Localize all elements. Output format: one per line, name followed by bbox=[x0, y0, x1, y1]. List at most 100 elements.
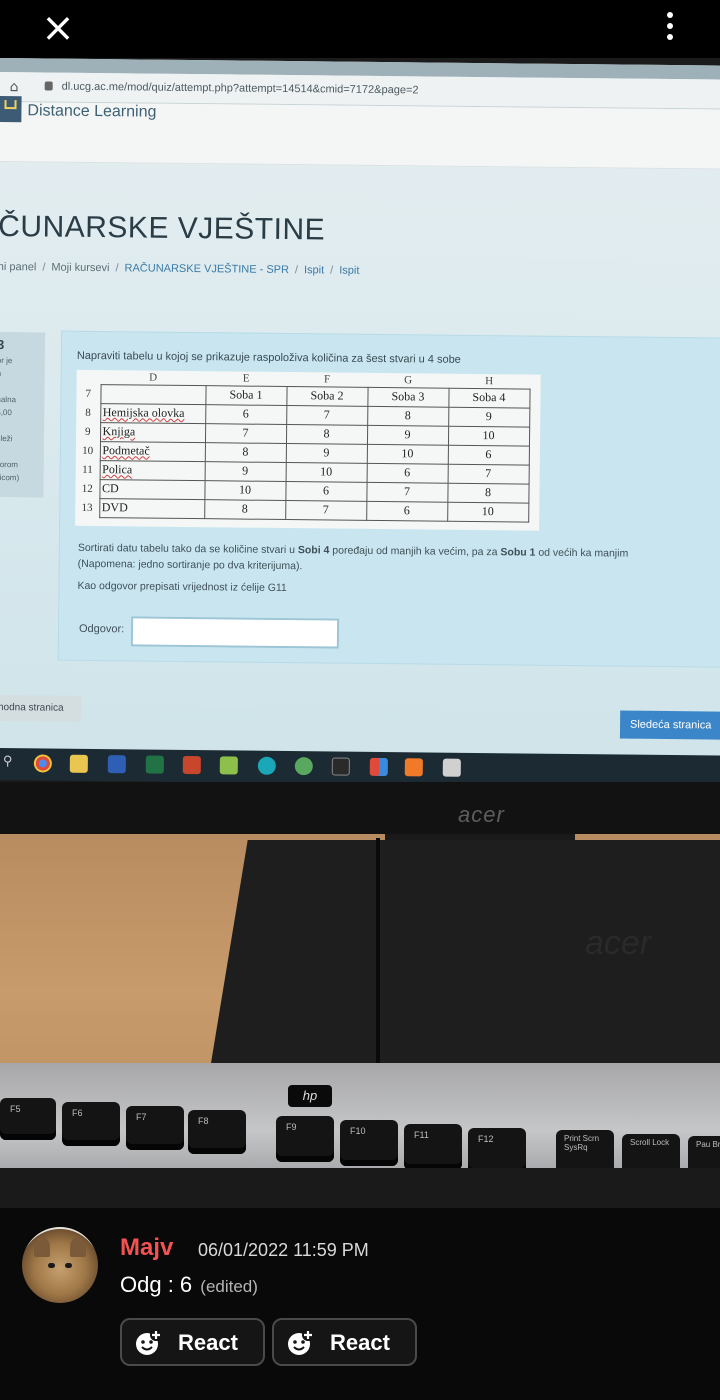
sort-instruction: Sortirati datu tabelu tako da se količin… bbox=[78, 542, 628, 560]
site-logo-icon bbox=[0, 95, 22, 123]
value-cell: 10 bbox=[447, 425, 530, 446]
key-f10: F10 bbox=[340, 1120, 398, 1166]
info-line bbox=[0, 380, 45, 394]
photo-attachment[interactable]: ⌂ dl.ucg.ac.me/mod/quiz/attempt.php?atte… bbox=[0, 58, 720, 1208]
search-icon: ⚲ bbox=[2, 754, 13, 770]
acer-base-logo: acer bbox=[585, 924, 652, 962]
key-f7: F7 bbox=[126, 1106, 184, 1150]
value-cell: 7 bbox=[204, 423, 287, 444]
column-letter: G bbox=[404, 374, 413, 387]
url-text: dl.ucg.ac.me/mod/quiz/attempt.php?attemp… bbox=[61, 80, 419, 97]
monitor-bezel bbox=[0, 782, 720, 834]
breadcrumb-item: Moji kursevi bbox=[51, 261, 110, 275]
key-f9: F9 bbox=[276, 1116, 334, 1162]
spreadsheet-table: D E F G H 7 Soba 1 Soba 2 Soba 3 Soba 4 bbox=[75, 370, 530, 522]
item-name: Podmetač bbox=[102, 443, 150, 458]
value-cell: 6 bbox=[285, 481, 367, 501]
item-name: Knjiga bbox=[102, 424, 136, 439]
row-number: 13 bbox=[81, 501, 93, 514]
header-cell: Soba 4 bbox=[448, 387, 530, 408]
acer-logo: acer bbox=[458, 802, 505, 827]
item-cell: Knjiga bbox=[99, 422, 206, 443]
question-prompt: Napraviti tabelu u kojoj se prikazuje ra… bbox=[76, 349, 461, 366]
course-title: ČUNARSKE VJEŠTINE bbox=[0, 209, 326, 247]
value-cell: 6 bbox=[447, 444, 529, 465]
react-label: React bbox=[330, 1330, 390, 1355]
edited-tag: (edited) bbox=[200, 1277, 258, 1296]
row-number: 7 bbox=[85, 387, 92, 400]
value-cell: 9 bbox=[366, 424, 449, 445]
value-cell: 9 bbox=[204, 461, 286, 482]
header-cell: Soba 2 bbox=[286, 386, 368, 406]
breadcrumb-item: Ispit bbox=[303, 264, 325, 277]
question-content: Napraviti tabelu u kojoj se prikazuje ra… bbox=[57, 330, 720, 668]
info-line: 5,00 bbox=[0, 407, 12, 418]
previous-page-button[interactable]: thodna stranica bbox=[0, 694, 82, 722]
value-cell: 6 bbox=[366, 462, 448, 483]
item-name: Hemijska olovka bbox=[102, 405, 185, 420]
message-body: Odg : 6 bbox=[120, 1272, 193, 1297]
row-number: 9 bbox=[85, 425, 91, 438]
breadcrumb-item: Ispit bbox=[339, 264, 360, 277]
item-cell: Hemijska olovka bbox=[100, 403, 206, 424]
column-letter: D bbox=[149, 371, 158, 384]
breadcrumb-item: ni panel bbox=[0, 260, 37, 274]
message-text: Odg : 6 (edited) bbox=[120, 1272, 258, 1298]
item-cell: DVD bbox=[99, 498, 205, 519]
question-number: 3 bbox=[0, 336, 5, 353]
close-icon[interactable]: × bbox=[38, 8, 78, 48]
app-icon bbox=[369, 757, 388, 777]
value-cell: 8 bbox=[204, 499, 286, 520]
value-cell: 7 bbox=[285, 500, 367, 520]
header-cell: Soba 1 bbox=[205, 385, 287, 406]
sort-text-part: Sortirati datu tabelu tako da se količin… bbox=[77, 541, 298, 557]
monitor-screen: ⌂ dl.ucg.ac.me/mod/quiz/attempt.php?atte… bbox=[0, 58, 720, 766]
row-number: 8 bbox=[85, 406, 91, 419]
row-number: 10 bbox=[82, 444, 94, 457]
add-reaction-icon bbox=[136, 1329, 162, 1355]
message-timestamp: 06/01/2022 11:59 PM bbox=[198, 1240, 369, 1260]
sort-bold-part: Sobu 1 bbox=[500, 546, 536, 559]
question-info-box: 3 or je n nalna 5,00 eleži zorom vicom) bbox=[0, 331, 46, 498]
answer-input[interactable] bbox=[130, 616, 340, 649]
value-cell: 9 bbox=[285, 443, 367, 463]
site-name: Distance Learning bbox=[27, 102, 157, 121]
info-line: eleži bbox=[0, 433, 13, 444]
key-f5: F5 bbox=[0, 1098, 56, 1140]
item-cell: CD bbox=[99, 479, 205, 500]
next-page-button[interactable]: Sledeća stranica bbox=[619, 710, 720, 740]
avatar[interactable] bbox=[22, 1227, 98, 1303]
value-cell: 8 bbox=[204, 442, 286, 463]
header-cell: Soba 3 bbox=[367, 386, 449, 407]
column-letter: F bbox=[324, 373, 331, 386]
table-row: 13 DVD 8 7 6 10 bbox=[75, 498, 529, 522]
chrome-icon bbox=[33, 754, 52, 773]
item-name: Polica bbox=[102, 462, 133, 477]
value-cell: 8 bbox=[285, 424, 368, 444]
value-cell: 7 bbox=[286, 405, 368, 425]
value-cell: 8 bbox=[367, 405, 449, 426]
arduino-icon bbox=[257, 756, 276, 775]
terminal-icon bbox=[331, 757, 350, 776]
key-f11: F11 bbox=[404, 1124, 462, 1170]
word-icon bbox=[107, 755, 126, 774]
react-label: React bbox=[178, 1330, 238, 1355]
item-cell: Podmetač bbox=[99, 441, 205, 462]
info-line: nalna bbox=[0, 394, 17, 405]
username[interactable]: Majv bbox=[120, 1234, 173, 1262]
value-cell: 7 bbox=[366, 481, 448, 502]
sort-bold-part: Sobi 4 bbox=[297, 544, 330, 557]
add-reaction-icon bbox=[288, 1329, 314, 1355]
item-cell: Polica bbox=[99, 460, 205, 481]
column-letter: E bbox=[242, 372, 250, 385]
powerpoint-icon bbox=[182, 755, 201, 775]
xampp-icon bbox=[404, 758, 423, 777]
info-line: zorom bbox=[0, 459, 19, 470]
react-button[interactable]: React bbox=[120, 1318, 265, 1366]
hp-logo: hp bbox=[288, 1085, 332, 1107]
keyboard-number-row bbox=[0, 1168, 720, 1208]
react-button[interactable]: React bbox=[272, 1318, 417, 1366]
more-options-icon[interactable] bbox=[660, 8, 680, 48]
value-cell: 10 bbox=[204, 480, 286, 501]
value-cell: 9 bbox=[448, 406, 530, 427]
